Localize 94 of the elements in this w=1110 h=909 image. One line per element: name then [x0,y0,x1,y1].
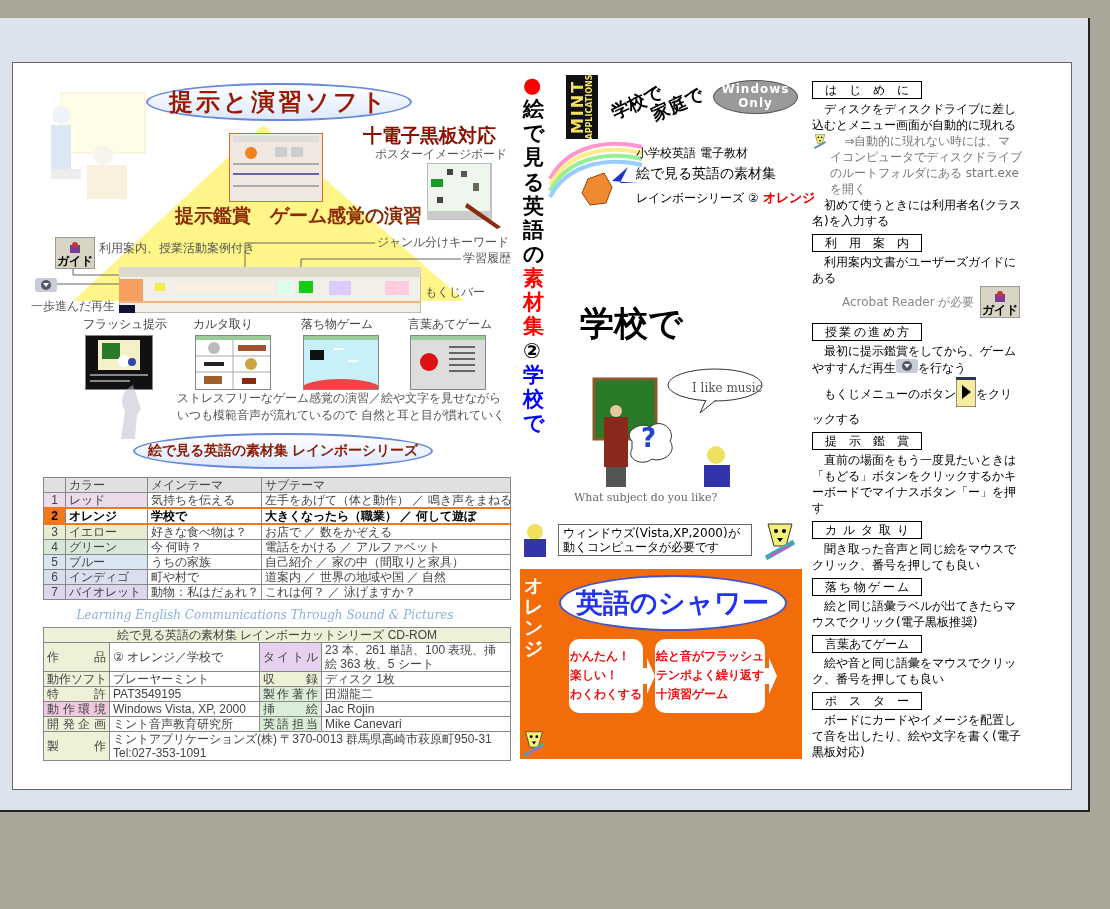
table-cell: 田淵龍二 [321,686,511,702]
series-banner: 絵で見る英語の素材集 レインボーシリーズ [133,433,433,469]
table-cell: ② オレンジ／学校で [109,642,260,672]
body-text: ボードにカードやイメージを配置して音を出したり、絵や文字を書く(電子黒板対応) [812,712,1022,760]
table-label: 作品 [43,642,110,672]
body-text: 利用案内文書がユーザーズガイドにある [812,254,1017,286]
requirement-text: Acrobat Reader が必要 [842,293,975,311]
section-heading: 授業の進め方 [812,323,922,341]
poster-label: ポスターイメージボード [375,147,507,161]
section-heading: はじめに [812,81,922,99]
table-cell: プレーヤーミント [109,671,260,687]
smiley-icon [812,133,828,149]
feature-box: かんたん！ 楽しい！ わくわくする [568,639,643,713]
section-heading: 提示鑑賞 ゲーム感覚の演習 [175,203,422,228]
description-text: いつも模範音声が流れているので 自然と耳と目が慣れていく [177,408,505,422]
feature-banner: 英語のシャワー [558,575,787,631]
product-name: 絵で見る英語の素材集 [636,165,776,183]
table-cell: 道案内 ／ 世界の地域や国 ／ 自然 [261,569,511,585]
section-heading: 言葉あてゲーム [812,635,922,653]
body-text: ディスクをディスクドライブに差し込むとメニュー画面が自動的に現れる [812,101,1017,133]
table-header [43,477,66,493]
arrow-icon [642,657,655,694]
kicker-text: 小学校英語 電子教材 [636,145,748,162]
body-text: 直前の場面をもう一度見たいときは「もどる」ボタンをクリックするかキーボードでマイナスボタン「ー」を押す [812,452,1017,516]
arrow-icon [764,657,777,694]
table-cell: 学校で [147,508,262,524]
section-heading: カルタ取り [812,521,922,539]
section-heading: 利用案内 [812,234,922,252]
game-label: フラッシュ提示 [83,317,167,331]
body-text: 絵や音と同じ語彙をマウスでクリック、番号を押しても良い [812,655,1017,687]
table-cell: ミント音声教育研究所 [109,716,260,732]
table-cell: 動物：私はだぁれ？ [147,584,262,600]
title-banner: 提示と演習ソフト [146,83,412,121]
table-cell: 23 本、261 単語、100 表現、挿絵 363 枚、5 シート [321,642,511,672]
table-cell: 自己紹介 ／ 家の中（間取りと家具） [261,554,511,570]
table-cell: オレンジ [65,508,148,524]
section-heading: 提示鑑賞 [812,432,922,450]
callout-label: 学習履歴 [463,251,511,265]
game-label: カルタ取り [193,317,253,331]
table-cell: これは何？ ／ 泳げますか？ [261,584,511,600]
tagline: Learning English Communications Through Sound & Pictures [75,608,455,622]
table-header: メインテーマ [147,477,262,493]
replay-icon[interactable] [35,278,57,292]
logo: MINT APPLICATIONS [566,75,598,139]
game-label: 言葉あてゲーム [408,317,492,331]
series-text: レインボーシリーズ ② オレンジ [636,189,815,207]
spine-title: ● 絵で見る英語の 素材集 ② 学校で [523,73,544,436]
table-cell: Mike Canevari [321,716,511,732]
section-heading: 落ち物ゲーム [812,578,922,596]
body-text: もくじメニューのボタン をクリックする [812,377,1022,427]
caption-text: What subject do you like? [574,491,718,504]
table-header: カラー [65,477,148,493]
leader-line [56,283,120,285]
callout-label: ジャンル分けキーワード [377,235,509,249]
body-text: 最初に提示鑑賞をしてから、ゲームやすすんだ再生 を行なう [812,343,1017,377]
table-header: サブテーマ [261,477,511,493]
play-icon[interactable] [956,377,976,407]
leader-line [72,268,120,276]
callout-label: 一歩進んだ再生 [31,299,115,313]
table-cell: 町や村で [147,569,262,585]
theme-title: 学校で [580,302,683,345]
table-cell: 2 [43,508,66,524]
note-text: ⇒自動的に現れない時には、マイコンピュータでディスクドライブのルートフォルダにある start.exe を開く [830,133,1022,197]
table-cell: 大きくなったら（職業） ／ 何して遊ぼ [261,508,511,524]
badge-text: 十電子黒板対応 [363,123,496,148]
body-text: 絵と同じ語彙ラベルが出てきたらマウスでクリック(電子黒板推奨) [812,598,1017,630]
body-text: 聞き取った音声と同じ絵をマウスでクリック、番号を押しても良い [812,541,1017,573]
feature-box: 絵と音がフラッシュ テンポよく繰り返す 十演習ゲーム [654,639,765,713]
table-cell: Windows Vista, XP, 2000 [109,701,260,717]
guide-icon[interactable]: ガイド [980,286,1021,318]
color-label: オレンジ [524,575,543,659]
table-title: 絵で見る英語の素材集 レインボーカットシリーズ CD-ROM [43,627,511,643]
body-text: 初めて使うときには利用者名(クラス名)を入力する [812,198,1022,229]
requirement-note: ウィンドウズ(Vista,XP,2000)が動くコンピュータが必要です [558,524,752,556]
table-label: タイトル [259,642,322,672]
game-screenshot [85,335,153,390]
table-label: 製作 [43,731,110,761]
table-cell: 今 何時？ [147,539,262,555]
game-label: 落ち物ゲーム [301,317,373,331]
table-cell: お店で ／ 数をかぞえる [261,524,511,540]
table-cell: PAT3549195 [109,686,260,702]
slogan-text: 学校で 家庭で [608,80,706,127]
description-text: ストレスフリーなゲーム感覚の演習／絵や文字を見せながら [177,391,501,405]
replay-icon[interactable] [896,359,918,373]
table-cell: 電話をかける ／ アルファベット [261,539,511,555]
table-cell: 好きな食べ物は？ [147,524,262,540]
section-heading: ポスター [812,692,922,710]
table-cell: ディスク 1枚 [321,671,511,687]
guide-icon[interactable]: ガイド [55,237,95,269]
table-cell: うちの家族 [147,554,262,570]
table-cell: Jac Rojin [321,701,511,717]
table-cell: ミントアプリケーションズ(株) 〒370-0013 群馬県高崎市萩原町950-31 Tel:027-353-1091 [109,731,511,761]
question-mark: ? [641,423,657,453]
platform-badge: Windows Only [713,80,798,114]
